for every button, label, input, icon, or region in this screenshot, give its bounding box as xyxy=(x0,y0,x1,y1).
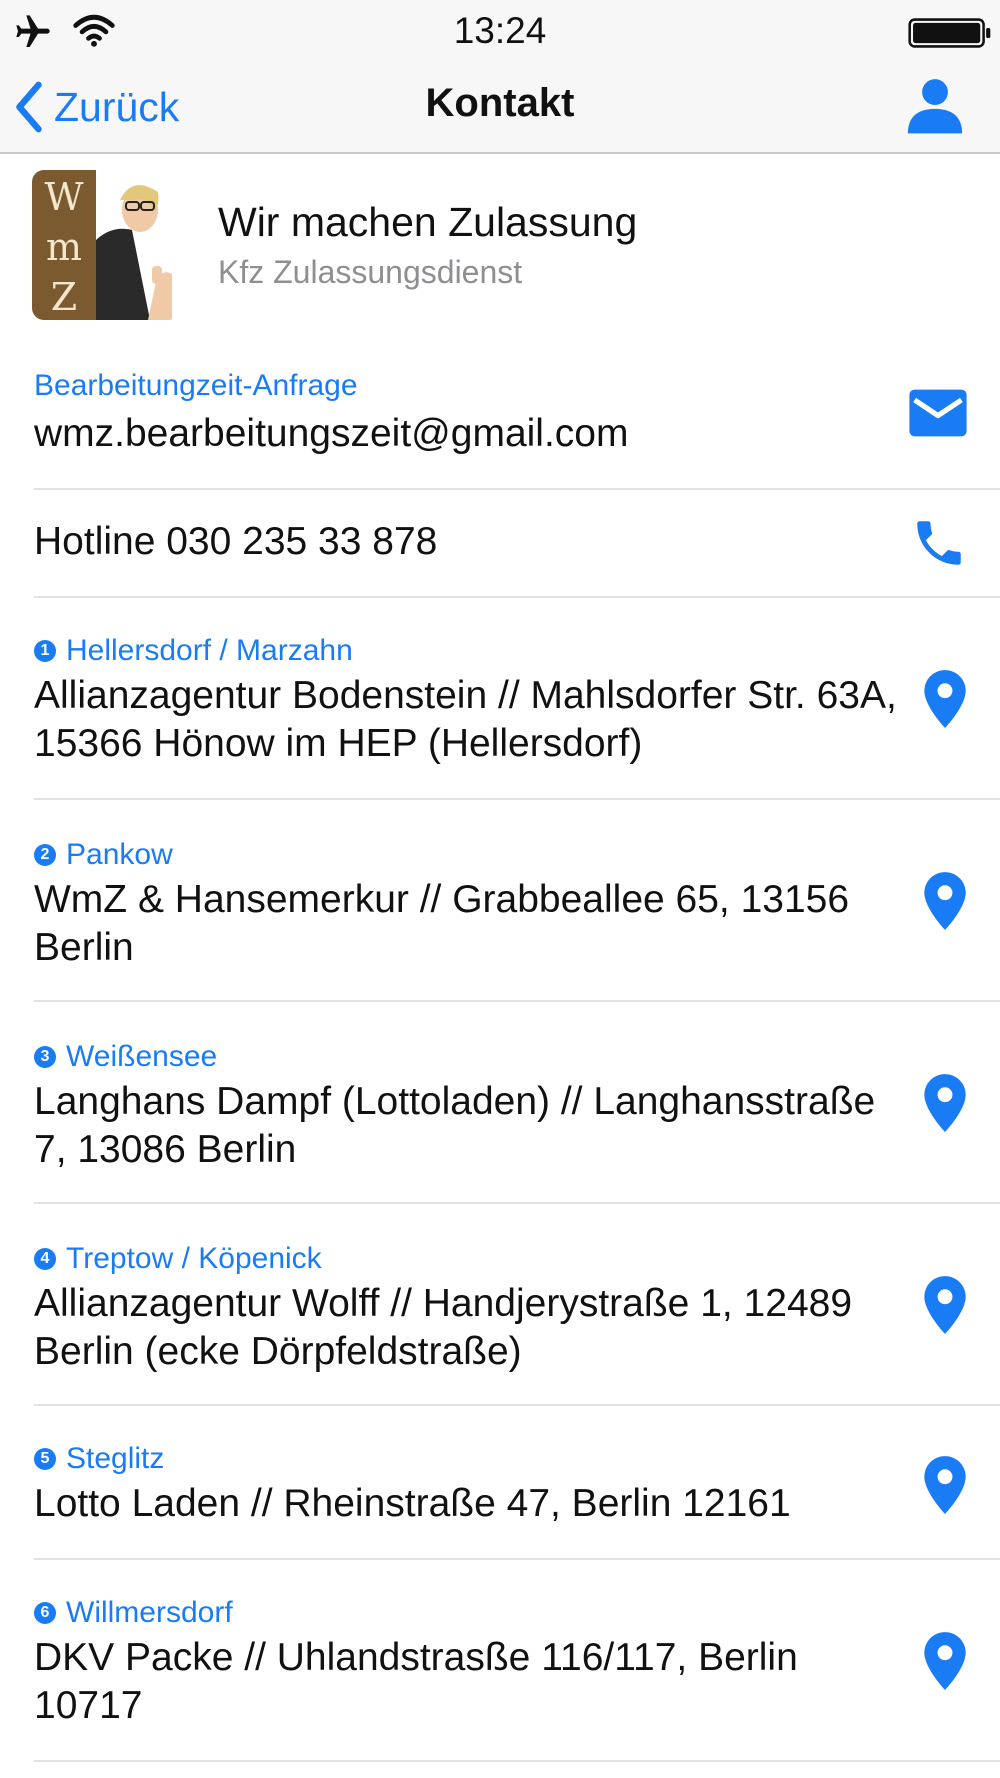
status-time: 13:24 xyxy=(453,10,547,51)
person-icon[interactable] xyxy=(904,72,966,138)
number-badge-icon: 4 xyxy=(34,1248,56,1270)
company-header: W m Z Wir machen Zulassung Kfz Zulassung… xyxy=(0,154,1000,338)
location-label: 5 Steglitz xyxy=(34,1442,164,1476)
logo-letter-z: Z xyxy=(51,275,77,319)
back-label: Zurück xyxy=(54,83,180,130)
location-name: Pankow xyxy=(66,838,173,871)
location-label: 4 Treptow / Köpenick xyxy=(34,1242,322,1276)
location-address: DKV Packe // Uhlandstrasße 116/117, Berl… xyxy=(34,1636,798,1727)
location-row-treptow[interactable]: 4 Treptow / Köpenick Allianzagentur Wolf… xyxy=(34,1202,1000,1406)
location-label: 3 Weißensee xyxy=(34,1040,217,1074)
location-address: Langhans Dampf (Lottoladen) // Langhanss… xyxy=(34,1080,876,1171)
location-row-pankow[interactable]: 2 Pankow WmZ & Hansemerkur // Grabbealle… xyxy=(34,798,1000,1002)
map-pin-icon[interactable] xyxy=(920,1274,970,1336)
location-row-steglitz[interactable]: 5 Steglitz Lotto Laden // Rheinstraße 47… xyxy=(34,1404,1000,1560)
company-logo: W m Z xyxy=(32,170,180,320)
hotline-value: Hotline 030 235 33 878 xyxy=(34,520,438,563)
number-badge-icon: 1 xyxy=(34,640,56,662)
company-subtitle: Kfz Zulassungsdienst xyxy=(218,254,523,290)
number-badge-icon: 5 xyxy=(34,1448,56,1470)
number-badge-icon: 6 xyxy=(34,1602,56,1624)
navigation-bar: Zurück Kontakt xyxy=(0,64,1000,154)
mail-icon[interactable] xyxy=(906,387,970,439)
location-row-hellersdorf[interactable]: 1 Hellersdorf / Marzahn Allianzagentur B… xyxy=(34,596,1000,800)
email-value: wmz.bearbeitungszeit@gmail.com xyxy=(34,412,629,455)
location-row-willmersdorf[interactable]: 6 Willmersdorf DKV Packe // Uhlandstrasß… xyxy=(34,1558,1000,1762)
location-row-weissensee[interactable]: 3 Weißensee Langhans Dampf (Lottoladen) … xyxy=(34,1000,1000,1204)
email-label: Bearbeitungzeit-Anfrage xyxy=(34,369,358,402)
logo-letter-w: W xyxy=(44,175,83,219)
email-row[interactable]: Bearbeitungzeit-Anfrage wmz.bearbeitungs… xyxy=(34,338,1000,490)
location-address: WmZ & Hansemerkur // Grabbeallee 65, 131… xyxy=(34,878,850,969)
map-pin-icon[interactable] xyxy=(920,870,970,932)
company-name: Wir machen Zulassung xyxy=(218,199,638,245)
hotline-row[interactable]: Hotline 030 235 33 878 xyxy=(34,488,1000,598)
location-name: Steglitz xyxy=(66,1442,165,1475)
logo-letter-m: m xyxy=(46,225,82,269)
location-name: Weißensee xyxy=(66,1040,218,1073)
location-label: 6 Willmersdorf xyxy=(34,1596,233,1630)
number-badge-icon: 3 xyxy=(34,1046,56,1068)
location-label: 1 Hellersdorf / Marzahn xyxy=(34,634,353,668)
location-address: Allianzagentur Wolff // Handjerystraße 1… xyxy=(34,1282,853,1373)
map-pin-icon[interactable] xyxy=(920,1454,970,1516)
back-button[interactable]: Zurück xyxy=(12,74,179,140)
chevron-left-icon xyxy=(16,81,42,133)
phone-icon[interactable] xyxy=(910,514,968,572)
map-pin-icon[interactable] xyxy=(920,668,970,730)
map-pin-icon[interactable] xyxy=(920,1630,970,1692)
map-pin-icon[interactable] xyxy=(920,1072,970,1134)
location-name: Willmersdorf xyxy=(66,1596,233,1629)
location-address: Lotto Laden // Rheinstraße 47, Berlin 12… xyxy=(34,1482,791,1525)
location-label: 2 Pankow xyxy=(34,838,173,872)
location-address: Allianzagentur Bodenstein // Mahlsdorfer… xyxy=(34,674,897,765)
number-badge-icon: 2 xyxy=(34,844,56,866)
location-name: Hellersdorf / Marzahn xyxy=(66,634,353,667)
location-name: Treptow / Köpenick xyxy=(66,1242,322,1275)
battery-icon xyxy=(908,18,991,48)
status-bar: 13:24 xyxy=(0,0,1000,64)
